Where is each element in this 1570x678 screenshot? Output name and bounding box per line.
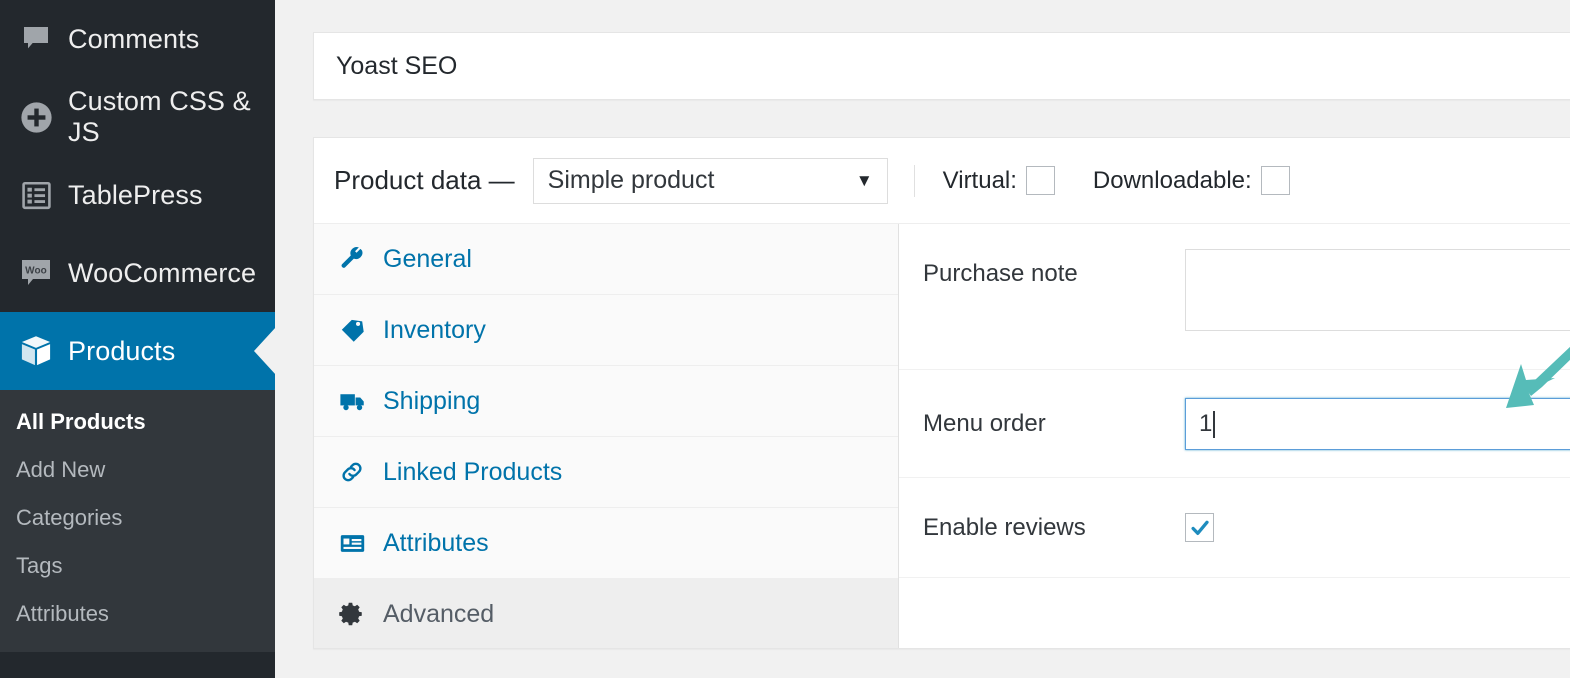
purchase-note-textarea[interactable]	[1185, 249, 1570, 331]
yoast-seo-title: Yoast SEO	[314, 33, 1570, 99]
sidebar-subitem-all-products[interactable]: All Products	[0, 398, 275, 446]
yoast-seo-postbox: Yoast SEO	[313, 32, 1570, 100]
downloadable-label: Downloadable:	[1093, 167, 1252, 195]
tab-advanced[interactable]: Advanced	[314, 579, 898, 649]
header-divider	[914, 165, 915, 197]
svg-text:Woo: Woo	[25, 266, 47, 277]
product-data-title: Product data —	[334, 165, 515, 196]
tab-general[interactable]: General	[314, 224, 898, 295]
tab-shipping[interactable]: Shipping	[314, 366, 898, 437]
tab-inventory[interactable]: Inventory	[314, 295, 898, 366]
field-row: Enable reviews	[899, 478, 1570, 578]
tab-label: Linked Products	[379, 458, 562, 487]
tab-label: Shipping	[379, 387, 480, 416]
enable-reviews-label: Enable reviews	[923, 514, 1185, 542]
product-type-select[interactable]: Simple product ▼	[533, 158, 888, 204]
enable-reviews-checkbox[interactable]	[1185, 513, 1214, 542]
sidebar-subitem-attributes[interactable]: Attributes	[0, 590, 275, 638]
sidebar-item-products[interactable]: Products	[0, 312, 275, 390]
wrench-icon	[339, 246, 379, 272]
tab-label: General	[379, 245, 472, 274]
sidebar-item-tablepress[interactable]: TablePress	[0, 156, 275, 234]
sidebar-item-woocommerce[interactable]: Woo WooCommerce	[0, 234, 275, 312]
plus-circle-icon	[8, 101, 64, 134]
downloadable-field[interactable]: Downloadable:	[1093, 166, 1290, 195]
sidebar-item-label: WooCommerce	[64, 258, 256, 289]
sidebar-subitem-add-new[interactable]: Add New	[0, 446, 275, 494]
field-row: Purchase note	[899, 224, 1570, 370]
menu-order-input[interactable]: 1	[1185, 398, 1570, 450]
product-data-tabs: General Inventory	[314, 224, 899, 649]
product-type-value: Simple product	[548, 166, 715, 195]
virtual-checkbox[interactable]	[1026, 166, 1055, 195]
paintbrush-icon	[8, 675, 64, 678]
chevron-down-icon: ▼	[856, 172, 873, 189]
tab-label: Attributes	[379, 529, 489, 558]
woo-icon: Woo	[8, 256, 64, 290]
purchase-note-label: Purchase note	[923, 249, 1185, 288]
downloadable-checkbox[interactable]	[1261, 166, 1290, 195]
sidebar-item-label: Custom CSS & JS	[64, 86, 275, 148]
link-icon	[339, 459, 379, 485]
products-box-icon	[8, 333, 64, 369]
tab-linked-products[interactable]: Linked Products	[314, 437, 898, 508]
sidebar-item-custom-css-js[interactable]: Custom CSS & JS	[0, 78, 275, 156]
comments-icon	[8, 23, 64, 55]
table-list-icon	[8, 180, 64, 211]
virtual-label: Virtual:	[943, 167, 1017, 195]
menu-order-value: 1	[1199, 410, 1212, 438]
screen: Comments Custom CSS & JS	[0, 0, 1570, 678]
text-cursor	[1213, 411, 1215, 438]
tab-attributes[interactable]: Attributes	[314, 508, 898, 579]
product-data-body: General Inventory	[314, 223, 1570, 649]
list-card-icon	[339, 530, 379, 557]
sidebar-item-label: Comments	[64, 24, 199, 55]
admin-sidebar: Comments Custom CSS & JS	[0, 0, 275, 678]
tab-label: Advanced	[379, 600, 494, 629]
sidebar-item-label: Products	[64, 336, 175, 367]
truck-icon	[339, 387, 379, 415]
field-row: Menu order 1	[899, 370, 1570, 478]
products-submenu: All Products Add New Categories Tags Att…	[0, 390, 275, 652]
sidebar-item-label: TablePress	[64, 180, 203, 211]
sidebar-item-comments[interactable]: Comments	[0, 0, 275, 78]
virtual-field[interactable]: Virtual:	[943, 166, 1055, 195]
sidebar-subitem-categories[interactable]: Categories	[0, 494, 275, 542]
sidebar-subitem-tags[interactable]: Tags	[0, 542, 275, 590]
tab-label: Inventory	[379, 316, 486, 345]
tag-icon	[339, 317, 379, 343]
sidebar-item-appearance[interactable]: Appearance	[0, 652, 275, 678]
product-data-postbox: Product data — Simple product ▼ Virtual:…	[313, 137, 1570, 649]
checkmark-icon	[1189, 517, 1211, 539]
gear-icon	[339, 601, 379, 627]
product-data-header: Product data — Simple product ▼ Virtual:…	[314, 138, 1570, 223]
product-data-fields: Purchase note Menu order 1 Enable review…	[899, 224, 1570, 649]
menu-order-label: Menu order	[923, 410, 1185, 438]
content-area: Yoast SEO Product data — Simple product …	[275, 0, 1570, 678]
